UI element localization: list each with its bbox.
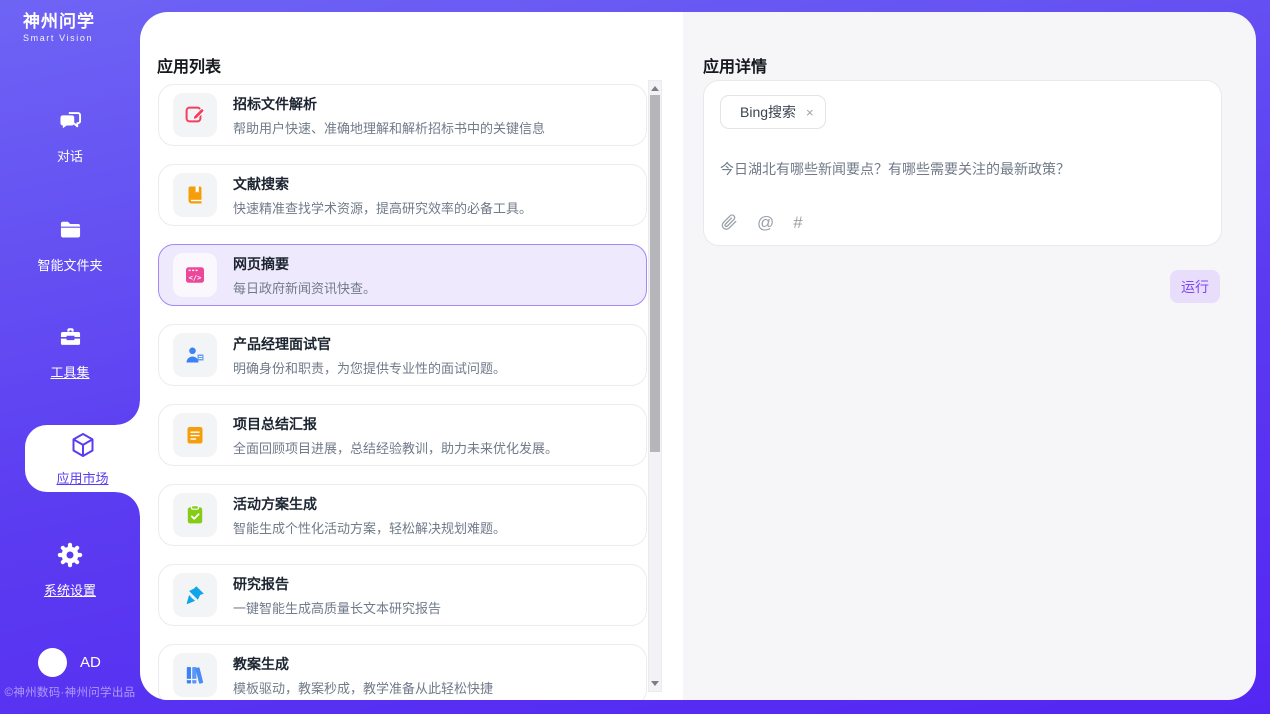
app-card-description: 智能生成个性化活动方案，轻松解决规划难题。 xyxy=(233,518,506,537)
sidebar-item-chat[interactable]: 对话 xyxy=(0,108,140,165)
app-card-description: 一键智能生成高质量长文本研究报告 xyxy=(233,598,441,617)
app-card-texts: 活动方案生成智能生成个性化活动方案，轻松解决规划难题。 xyxy=(233,494,506,537)
scroll-up-icon[interactable] xyxy=(651,86,659,91)
tag-close-icon[interactable]: × xyxy=(806,105,814,120)
app-card-texts: 招标文件解析帮助用户快速、准确地理解和解析招标书中的关键信息 xyxy=(233,94,545,137)
app-card-title: 招标文件解析 xyxy=(233,94,545,114)
tool-tag-bing[interactable]: Bing搜索 × xyxy=(720,95,826,129)
app-card-title: 文献搜索 xyxy=(233,174,532,194)
brand-subtitle: Smart Vision xyxy=(23,34,95,44)
research-icon xyxy=(173,573,217,617)
app-detail-title: 应用详情 xyxy=(703,53,767,77)
app-card-texts: 教案生成模板驱动，教案秒成，教学准备从此轻松快捷 xyxy=(233,654,493,697)
svg-text:</>: </> xyxy=(189,274,202,282)
brand-logo: 神州问学 Smart Vision xyxy=(16,13,95,44)
prompt-card: Bing搜索 × 今日湖北有哪些新闻要点？有哪些需要关注的最新政策？ @# xyxy=(703,80,1222,246)
sidebar-item-folders[interactable]: 智能文件夹 xyxy=(0,217,140,274)
composer-toolbar: @# xyxy=(720,213,1205,231)
app-card-description: 快速精准查找学术资源，提高研究效率的必备工具。 xyxy=(233,198,532,217)
app-list-title: 应用列表 xyxy=(157,53,221,77)
app-card-description: 明确身份和职责，为您提供专业性的面试问题。 xyxy=(233,358,506,377)
scrollbar[interactable] xyxy=(648,80,662,692)
chat-icon xyxy=(57,108,84,140)
app-card-title: 教案生成 xyxy=(233,654,493,674)
app-card-description: 帮助用户快速、准确地理解和解析招标书中的关键信息 xyxy=(233,118,545,137)
app-card-title: 网页摘要 xyxy=(233,254,376,274)
sidebar-item-label: 系统设置 xyxy=(44,580,96,599)
app-card[interactable]: 产品经理面试官明确身份和职责，为您提供专业性的面试问题。 xyxy=(158,324,647,386)
hash-icon[interactable]: # xyxy=(793,214,802,231)
app-card[interactable]: 教案生成模板驱动，教案秒成，教学准备从此轻松快捷 xyxy=(158,644,647,700)
run-button[interactable]: 运行 xyxy=(1170,270,1220,303)
app-card[interactable]: 项目总结汇报全面回顾项目进展，总结经验教训，助力未来优化发展。 xyxy=(158,404,647,466)
app-card[interactable]: </> 网页摘要每日政府新闻资讯快查。 xyxy=(158,244,647,306)
clipboard-check-icon xyxy=(173,493,217,537)
query-text[interactable]: 今日湖北有哪些新闻要点？有哪些需要关注的最新政策？ xyxy=(720,159,1205,179)
cube-icon xyxy=(68,430,98,465)
scroll-down-icon[interactable] xyxy=(651,681,659,686)
book-icon xyxy=(173,173,217,217)
paperclip-icon[interactable] xyxy=(720,213,738,231)
brand-name: 神州问学 xyxy=(23,13,95,32)
books-icon xyxy=(173,653,217,697)
app-card[interactable]: 活动方案生成智能生成个性化活动方案，轻松解决规划难题。 xyxy=(158,484,647,546)
sidebar-item-market[interactable]: 应用市场 xyxy=(25,425,140,492)
content-area: 应用列表 招标文件解析帮助用户快速、准确地理解和解析招标书中的关键信息文献搜索快… xyxy=(140,12,1256,700)
app-card-title: 产品经理面试官 xyxy=(233,334,506,354)
sidebar-item-tools[interactable]: 工具集 xyxy=(0,324,140,381)
sidebar-item-label: 智能文件夹 xyxy=(37,255,102,274)
notepad-icon xyxy=(173,413,217,457)
app-list-panel: 应用列表 招标文件解析帮助用户快速、准确地理解和解析招标书中的关键信息文献搜索快… xyxy=(140,12,683,700)
sidebar-item-label: 工具集 xyxy=(50,362,89,381)
app-card-title: 项目总结汇报 xyxy=(233,414,558,434)
app-card-description: 每日政府新闻资讯快查。 xyxy=(233,278,376,297)
brand-text: 神州问学 Smart Vision xyxy=(23,13,95,44)
interviewer-icon xyxy=(173,333,217,377)
sidebar-item-settings[interactable]: 系统设置 xyxy=(0,541,140,599)
app-card-list: 招标文件解析帮助用户快速、准确地理解和解析招标书中的关键信息文献搜索快速精准查找… xyxy=(158,84,647,700)
app-card-title: 活动方案生成 xyxy=(233,494,506,514)
app-card-texts: 网页摘要每日政府新闻资讯快查。 xyxy=(233,254,376,297)
app-card-description: 全面回顾项目进展，总结经验教训，助力未来优化发展。 xyxy=(233,438,558,457)
toolbox-icon xyxy=(57,324,84,356)
scrollbar-thumb[interactable] xyxy=(650,95,660,452)
sidebar-item-label: 对话 xyxy=(57,146,83,165)
app-card[interactable]: 招标文件解析帮助用户快速、准确地理解和解析招标书中的关键信息 xyxy=(158,84,647,146)
sidebar: 神州问学 Smart Vision 对话智能文件夹工具集应用市场系统设置 AD … xyxy=(0,0,140,714)
tool-tag-label: Bing搜索 xyxy=(740,102,796,122)
app-card-texts: 文献搜索快速精准查找学术资源，提高研究效率的必备工具。 xyxy=(233,174,532,217)
app-card[interactable]: 研究报告一键智能生成高质量长文本研究报告 xyxy=(158,564,647,626)
sidebar-item-label: 应用市场 xyxy=(56,468,108,487)
app-root: 神州问学 Smart Vision 对话智能文件夹工具集应用市场系统设置 AD … xyxy=(0,0,1270,714)
edit-doc-icon xyxy=(173,93,217,137)
folder-icon xyxy=(57,217,84,249)
app-detail-panel: 应用详情 Bing搜索 × 今日湖北有哪些新闻要点？有哪些需要关注的最新政策？ … xyxy=(683,12,1256,700)
user-row[interactable]: AD xyxy=(38,648,101,677)
app-card-texts: 研究报告一键智能生成高质量长文本研究报告 xyxy=(233,574,441,617)
app-card[interactable]: 文献搜索快速精准查找学术资源，提高研究效率的必备工具。 xyxy=(158,164,647,226)
at-icon[interactable]: @ xyxy=(757,214,774,231)
gear-icon xyxy=(56,541,84,574)
app-card-texts: 产品经理面试官明确身份和职责，为您提供专业性的面试问题。 xyxy=(233,334,506,377)
app-card-texts: 项目总结汇报全面回顾项目进展，总结经验教训，助力未来优化发展。 xyxy=(233,414,558,457)
browser-code-icon: </> xyxy=(173,253,217,297)
app-card-description: 模板驱动，教案秒成，教学准备从此轻松快捷 xyxy=(233,678,493,697)
copyright-text: ©神州数码·神州问学出品 xyxy=(0,684,140,700)
avatar[interactable] xyxy=(38,648,67,677)
app-card-title: 研究报告 xyxy=(233,574,441,594)
user-initials: AD xyxy=(80,654,101,671)
